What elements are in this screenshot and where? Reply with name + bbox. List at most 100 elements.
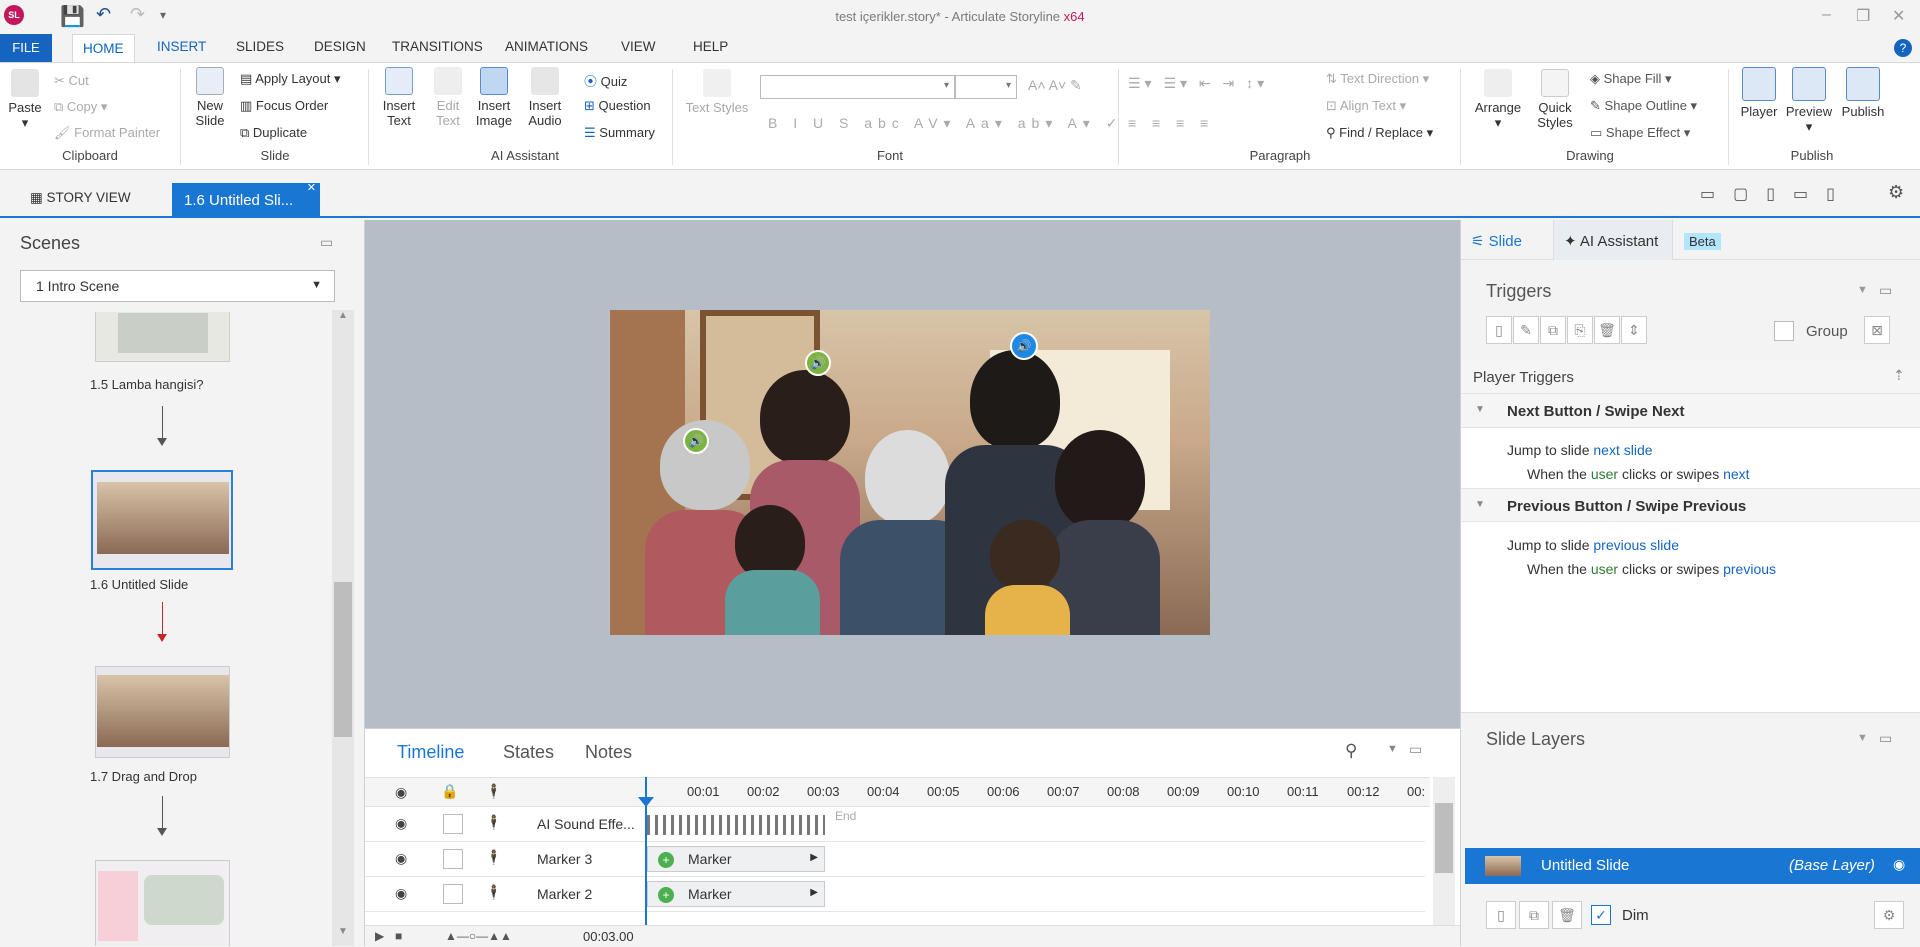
insert-image-button[interactable]: Insert Image [472, 67, 516, 128]
align-text-button[interactable]: ⊡ Align Text ▾ [1326, 98, 1406, 114]
slide-thumbnail[interactable] [95, 312, 230, 362]
device-preview-icons[interactable]: ▭▢▯▭▯ [1700, 184, 1853, 204]
copy-trigger-icon[interactable]: ⧉ [1540, 316, 1566, 344]
stop-icon[interactable]: ■ [395, 929, 402, 943]
story-view-tab[interactable]: ▦ STORY VIEW [30, 190, 131, 206]
scrollbar-thumb[interactable] [334, 582, 352, 737]
shape-effect-button[interactable]: ▭ Shape Effect ▾ [1590, 125, 1690, 141]
eye-icon[interactable]: ◉ [395, 784, 407, 801]
alignment-buttons[interactable]: ≡ ≡ ≡ ≡ [1128, 115, 1214, 131]
variables-icon[interactable]: ⊠ [1864, 316, 1890, 344]
preview-button[interactable]: Preview ▾ [1784, 67, 1834, 134]
lock-icon[interactable]: 🔒 [441, 783, 458, 800]
layer-settings-icon[interactable]: ⚙ [1874, 901, 1904, 929]
font-size-controls[interactable]: A˄ A˅ ✎ [1028, 77, 1082, 94]
cut-button[interactable]: ✂ Cut [54, 73, 89, 89]
tab-slide[interactable]: ⚟ Slide [1471, 232, 1522, 250]
focus-order-button[interactable]: ▥ Focus Order [240, 98, 328, 114]
timeline-vscrollbar[interactable] [1433, 777, 1455, 925]
timeline-row[interactable]: ◉ 🕴 AI Sound Effe... End [365, 807, 1425, 842]
delete-trigger-icon[interactable]: 🗑 [1594, 316, 1620, 344]
tab-states[interactable]: States [503, 742, 554, 763]
text-direction-button[interactable]: ⇅ Text Direction ▾ [1326, 71, 1429, 87]
apply-layout-button[interactable]: ▤ Apply Layout ▾ [240, 71, 341, 87]
paste-button[interactable]: Paste ▾ [8, 69, 42, 130]
minimize-icon[interactable]: – [1822, 6, 1831, 24]
trigger-action[interactable]: Jump to slide next slide [1507, 442, 1653, 458]
font-format-buttons[interactable]: B I U S abc AV▾ Aa▾ ab▾ A▾ ✓ [768, 115, 1123, 132]
tab-view[interactable]: VIEW [621, 39, 656, 54]
shape-fill-button[interactable]: ◈ Shape Fill ▾ [1590, 71, 1672, 87]
chevron-down-icon[interactable]: ▼ [1387, 743, 1398, 755]
group-checkbox[interactable] [1774, 321, 1794, 341]
marker-bar[interactable]: + Marker ▶ [647, 881, 825, 907]
edit-text-button[interactable]: Edit Text [428, 67, 468, 128]
format-painter-button[interactable]: 🖌 Format Painter [54, 125, 160, 141]
trigger-group-previous[interactable]: ▼ Previous Button / Swipe Previous [1461, 488, 1920, 522]
new-trigger-icon[interactable]: ▯ [1486, 316, 1512, 344]
quick-styles-button[interactable]: Quick Styles [1530, 69, 1580, 130]
font-family-select[interactable]: ▾ [760, 75, 955, 99]
slide-image[interactable]: 🔊 🔊 🔊 [610, 310, 1210, 635]
eye-icon[interactable]: ◉ [395, 850, 407, 867]
chevron-down-icon[interactable]: ▼ [1857, 284, 1868, 296]
lock-checkbox[interactable] [443, 849, 463, 869]
restore-icon[interactable]: ❐ [1856, 6, 1870, 26]
shape-outline-button[interactable]: ✎ Shape Outline ▾ [1590, 98, 1697, 114]
pane-dock-icon[interactable]: ▭ [1409, 741, 1422, 758]
arrange-button[interactable]: Arrange ▾ [1470, 69, 1526, 130]
trigger-condition[interactable]: When the user clicks or swipes next [1527, 466, 1750, 482]
trigger-action[interactable]: Jump to slide previous slide [1507, 537, 1679, 553]
summary-button[interactable]: ☰ Summary [584, 125, 655, 141]
lock-checkbox[interactable] [443, 814, 463, 834]
new-layer-icon[interactable]: ▯ [1486, 901, 1516, 929]
tab-file[interactable]: FILE [0, 34, 52, 62]
publish-button[interactable]: Publish [1838, 67, 1888, 119]
insert-audio-button[interactable]: Insert Audio [522, 67, 568, 128]
base-layer-row[interactable]: Untitled Slide (Base Layer) ◉ [1465, 848, 1920, 884]
playhead-handle[interactable] [638, 797, 654, 807]
tab-animations[interactable]: ANIMATIONS [505, 39, 588, 54]
pane-dock-icon[interactable]: ▭ [1879, 282, 1892, 299]
move-trigger-icon[interactable]: ⇕ [1621, 316, 1647, 344]
paste-trigger-icon[interactable]: ⎘ [1567, 316, 1593, 344]
eye-icon[interactable]: ◉ [395, 885, 407, 902]
copy-button[interactable]: ⧉ Copy ▾ [54, 99, 107, 115]
play-icon[interactable]: ▶ [375, 929, 384, 943]
eye-icon[interactable]: ◉ [1893, 856, 1905, 873]
accessibility-icon[interactable]: 🕴 [485, 884, 502, 901]
duplicate-layer-icon[interactable]: ⧉ [1519, 901, 1549, 929]
tab-design[interactable]: DESIGN [314, 39, 366, 54]
list-buttons[interactable]: ☰▾ ☰▾ ⇤ ⇥ ↕▾ [1128, 75, 1268, 92]
player-button[interactable]: Player [1736, 67, 1782, 119]
slide-thumbnail-selected[interactable] [91, 470, 233, 570]
slide-thumbnail[interactable] [95, 860, 230, 946]
slide-tab[interactable]: 1.6 Untitled Sli... ✕ [172, 181, 320, 218]
tab-home[interactable]: HOME [72, 34, 135, 63]
lock-checkbox[interactable] [443, 884, 463, 904]
chevron-down-icon[interactable]: ▼ [1857, 732, 1868, 744]
close-tab-icon[interactable]: ✕ [307, 181, 316, 194]
tab-timeline[interactable]: Timeline [397, 742, 464, 763]
collapse-icon[interactable]: ⇡ [1893, 367, 1905, 384]
insert-text-button[interactable]: Insert Text [378, 67, 420, 128]
accessibility-icon[interactable]: 🕴 [485, 814, 502, 831]
duplicate-button[interactable]: ⧉ Duplicate [240, 125, 307, 141]
marker-bar[interactable]: + Marker ▶ [647, 846, 825, 872]
slide-thumbnail[interactable] [95, 666, 230, 758]
font-size-select[interactable]: ▾ [955, 75, 1017, 99]
audio-speaker-selected-icon[interactable]: 🔊 [1010, 332, 1038, 360]
timeline-options-icon[interactable]: ⚲ [1345, 741, 1357, 761]
pane-dock-icon[interactable]: ▭ [320, 234, 333, 251]
audio-waveform[interactable] [647, 815, 825, 835]
tab-notes[interactable]: Notes [585, 742, 632, 763]
audio-speaker-icon[interactable]: 🔊 [683, 428, 709, 454]
help-icon[interactable]: ? [1894, 39, 1912, 57]
scenes-scrollbar[interactable]: ▲ ▼ [332, 310, 354, 946]
dim-checkbox[interactable]: ✓ [1591, 905, 1611, 925]
find-replace-button[interactable]: ⚲ Find / Replace ▾ [1326, 125, 1433, 141]
close-icon[interactable]: ✕ [1892, 6, 1905, 26]
tab-insert[interactable]: INSERT [157, 39, 206, 54]
quiz-button[interactable]: ⦿ Quiz [584, 71, 627, 90]
settings-gear-icon[interactable]: ⚙ [1888, 182, 1904, 203]
